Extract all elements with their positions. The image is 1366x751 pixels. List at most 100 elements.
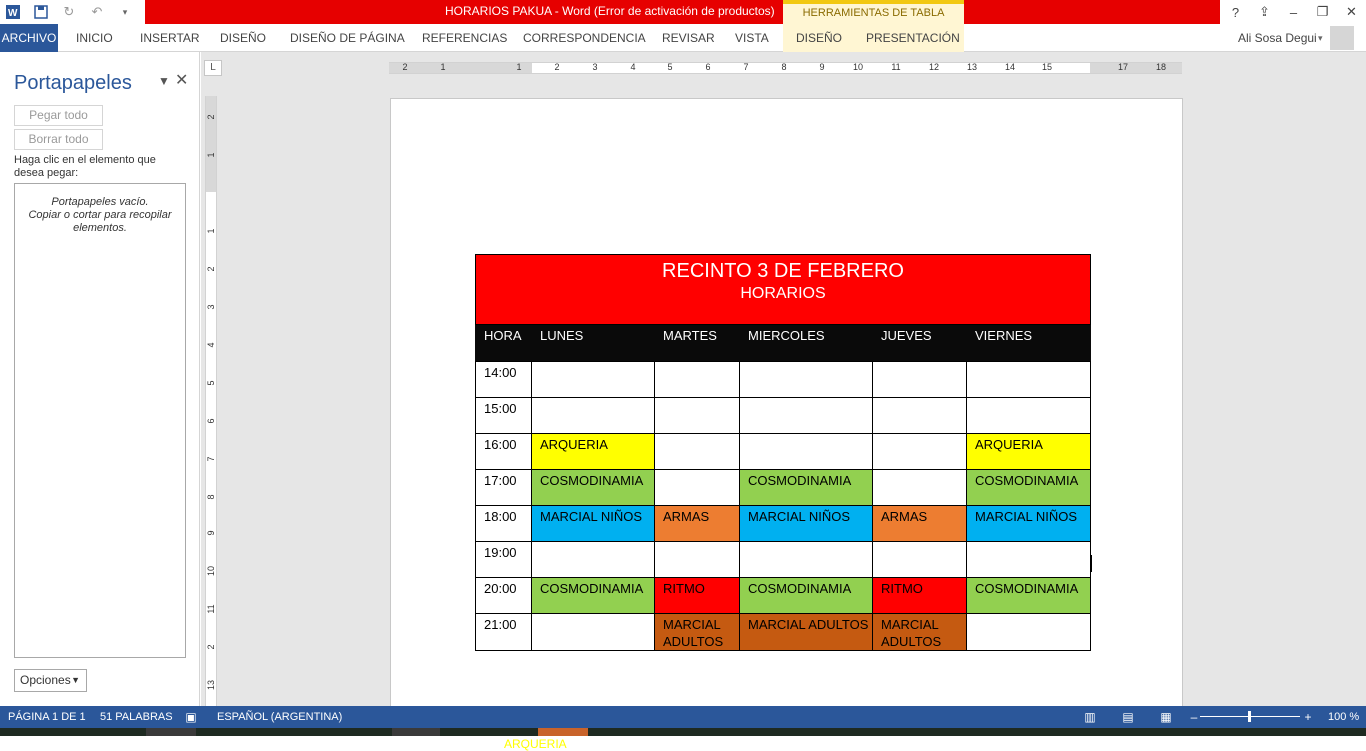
save-icon[interactable] <box>32 3 50 21</box>
time-cell[interactable]: 17:00 <box>475 469 532 506</box>
tab-diseno[interactable]: DISEÑO <box>220 24 266 52</box>
tab-selector-icon[interactable]: L <box>204 60 222 76</box>
schedule-cell[interactable] <box>531 361 655 398</box>
table-title-cell[interactable]: RECINTO 3 DE FEBRERO HORARIOS <box>475 254 1091 325</box>
tab-inicio[interactable]: INICIO <box>76 24 113 52</box>
column-header[interactable]: MARTES <box>654 324 740 362</box>
customize-toolbar-icon[interactable]: ▾ <box>116 3 134 21</box>
schedule-cell[interactable]: COSMODINAMIA <box>966 577 1091 614</box>
tab-diseno-pagina[interactable]: DISEÑO DE PÁGINA <box>290 24 405 52</box>
schedule-cell[interactable] <box>739 541 873 578</box>
schedule-table[interactable]: RECINTO 3 DE FEBRERO HORARIOS HORA LUNES… <box>475 254 1091 651</box>
schedule-cell[interactable] <box>531 397 655 434</box>
clear-all-button[interactable]: Borrar todo <box>14 129 103 150</box>
paste-all-button[interactable]: Pegar todo <box>14 105 103 126</box>
read-mode-icon[interactable]: ▥ <box>1083 710 1097 724</box>
restore-icon[interactable]: ❐ <box>1308 0 1337 24</box>
column-header[interactable]: HORA <box>475 324 532 362</box>
schedule-cell[interactable]: MARCIAL NIÑOS <box>966 505 1091 542</box>
schedule-cell[interactable] <box>872 469 967 506</box>
tab-referencias[interactable]: REFERENCIAS <box>422 24 507 52</box>
zoom-slider-thumb[interactable] <box>1248 711 1251 722</box>
schedule-cell[interactable] <box>966 541 1091 578</box>
taskbar-item[interactable] <box>392 728 440 736</box>
schedule-cell[interactable] <box>966 613 1091 651</box>
tab-correspondencia[interactable]: CORRESPONDENCIA <box>523 24 646 52</box>
time-cell[interactable]: 16:00 <box>475 433 532 470</box>
schedule-cell[interactable]: RITMO <box>654 577 740 614</box>
schedule-cell[interactable]: MARCIAL NIÑOS <box>739 505 873 542</box>
word-count[interactable]: 51 PALABRAS <box>100 706 173 728</box>
time-cell[interactable]: 14:00 <box>475 361 532 398</box>
tab-table-diseno[interactable]: DISEÑO <box>796 24 842 52</box>
below-table-text[interactable]: ARQUERIA <box>504 737 567 751</box>
taskbar-item[interactable] <box>146 728 196 736</box>
help-icon[interactable]: ? <box>1221 0 1250 24</box>
user-menu-caret-icon[interactable]: ▾ <box>1318 24 1323 52</box>
options-button[interactable]: Opciones ▼ <box>14 669 87 692</box>
print-layout-icon[interactable]: ▤ <box>1121 710 1135 724</box>
schedule-cell[interactable] <box>531 541 655 578</box>
schedule-cell[interactable]: ARQUERIA <box>966 433 1091 470</box>
schedule-cell[interactable] <box>654 541 740 578</box>
tab-insertar[interactable]: INSERTAR <box>140 24 200 52</box>
schedule-cell[interactable]: ARMAS <box>872 505 967 542</box>
pane-options-caret-icon[interactable]: ▼ <box>158 74 170 88</box>
close-icon[interactable]: ✕ <box>1337 0 1366 24</box>
ribbon-display-icon[interactable]: ⇪ <box>1250 0 1279 24</box>
time-cell[interactable]: 18:00 <box>475 505 532 542</box>
schedule-cell[interactable] <box>531 613 655 651</box>
schedule-cell[interactable]: COSMODINAMIA <box>531 469 655 506</box>
schedule-cell[interactable] <box>872 433 967 470</box>
taskbar-item[interactable] <box>538 728 588 736</box>
schedule-cell[interactable] <box>872 541 967 578</box>
schedule-cell[interactable]: ARMAS <box>654 505 740 542</box>
zoom-in-icon[interactable]: + <box>1301 710 1315 724</box>
schedule-cell[interactable] <box>872 361 967 398</box>
schedule-cell[interactable] <box>654 433 740 470</box>
refresh-icon[interactable]: ↻ <box>60 3 78 21</box>
avatar[interactable] <box>1330 26 1354 50</box>
vertical-ruler[interactable]: 2 1 1 2 3 4 5 6 7 8 9 10 11 2 13 <box>205 96 217 706</box>
tab-revisar[interactable]: REVISAR <box>662 24 715 52</box>
schedule-cell[interactable]: COSMODINAMIA <box>531 577 655 614</box>
tab-presentacion[interactable]: PRESENTACIÓN <box>866 24 960 52</box>
column-header[interactable]: MIERCOLES <box>739 324 873 362</box>
minimize-icon[interactable]: – <box>1279 0 1308 24</box>
schedule-cell[interactable]: RITMO <box>872 577 967 614</box>
time-cell[interactable]: 21:00 <box>475 613 532 651</box>
schedule-cell[interactable] <box>966 361 1091 398</box>
column-header[interactable]: VIERNES <box>966 324 1091 362</box>
schedule-cell[interactable] <box>739 397 873 434</box>
user-name[interactable]: Ali Sosa Degui <box>1238 24 1317 52</box>
clipboard-items-list[interactable]: Portapapeles vacío. Copiar o cortar para… <box>14 183 186 658</box>
zoom-level[interactable]: 100 % <box>1328 706 1359 728</box>
web-layout-icon[interactable]: ▦ <box>1159 710 1173 724</box>
schedule-cell[interactable] <box>872 397 967 434</box>
language[interactable]: ESPAÑOL (ARGENTINA) <box>217 706 342 728</box>
schedule-cell[interactable] <box>654 361 740 398</box>
tab-archivo[interactable]: ARCHIVO <box>0 24 58 52</box>
schedule-cell[interactable]: COSMODINAMIA <box>966 469 1091 506</box>
tab-vista[interactable]: VISTA <box>735 24 769 52</box>
schedule-cell[interactable] <box>966 397 1091 434</box>
schedule-cell[interactable] <box>739 433 873 470</box>
schedule-cell[interactable] <box>654 469 740 506</box>
undo-icon[interactable]: ↶ <box>88 3 106 21</box>
schedule-cell[interactable]: ARQUERIA <box>531 433 655 470</box>
schedule-cell[interactable]: COSMODINAMIA <box>739 469 873 506</box>
pane-close-icon[interactable]: ✕ <box>175 70 188 90</box>
schedule-cell[interactable] <box>654 397 740 434</box>
horizontal-ruler[interactable]: 2 1 1 2 3 4 5 6 7 8 9 10 11 12 13 14 15 … <box>389 62 1182 74</box>
zoom-out-icon[interactable]: – <box>1187 710 1201 724</box>
proofing-icon[interactable]: ▣ <box>184 710 198 724</box>
schedule-cell[interactable]: MARCIAL ADULTOS <box>654 613 740 651</box>
schedule-cell[interactable]: COSMODINAMIA <box>739 577 873 614</box>
column-header[interactable]: JUEVES <box>872 324 967 362</box>
time-cell[interactable]: 19:00 <box>475 541 532 578</box>
document-page[interactable]: RECINTO 3 DE FEBRERO HORARIOS HORA LUNES… <box>390 98 1183 751</box>
time-cell[interactable]: 20:00 <box>475 577 532 614</box>
page-count[interactable]: PÁGINA 1 DE 1 <box>8 706 86 728</box>
schedule-cell[interactable]: MARCIAL NIÑOS <box>531 505 655 542</box>
time-cell[interactable]: 15:00 <box>475 397 532 434</box>
